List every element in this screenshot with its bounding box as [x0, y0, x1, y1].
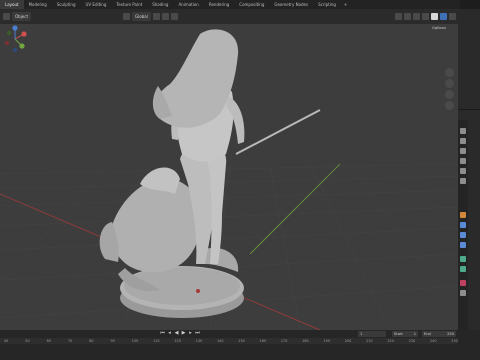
timeline-tick-label: 40 — [4, 339, 9, 343]
timeline-tick-label: 150 — [238, 339, 245, 343]
material-preview-icon[interactable] — [440, 13, 447, 20]
options-dropdown[interactable]: Options — [432, 26, 446, 30]
timeline-tick-label: 140 — [217, 339, 224, 343]
timeline-tick-label: 190 — [323, 339, 330, 343]
rendered-shading-icon[interactable] — [449, 13, 456, 20]
tab-scripting[interactable]: Scripting — [313, 0, 341, 9]
scene-properties-icon[interactable] — [460, 168, 466, 174]
texture-properties-icon[interactable] — [460, 290, 466, 296]
xray-icon[interactable] — [422, 13, 429, 20]
timeline-tick-label: 170 — [280, 339, 288, 343]
pan-icon[interactable] — [445, 79, 454, 88]
timeline-tick-label: 180 — [302, 339, 309, 343]
end-label: End — [424, 332, 431, 336]
tab-layout[interactable]: Layout — [0, 0, 24, 9]
orientation-icon — [123, 13, 131, 20]
timeline-controls — [0, 330, 458, 338]
timeline-tick-label: 240 — [430, 339, 437, 343]
transform-orientation-dropdown[interactable]: Global — [132, 12, 151, 21]
workspace-tab-bar: Layout Modeling Sculpting UV Editing Tex… — [0, 0, 460, 9]
timeline-tick-label: 230 — [408, 339, 416, 343]
end-frame-field[interactable]: End 250 — [422, 331, 456, 337]
tool-properties-icon[interactable] — [460, 128, 466, 134]
camera-view-icon[interactable] — [445, 90, 454, 99]
snap-icon[interactable] — [161, 13, 169, 20]
y-axis-line — [249, 163, 341, 255]
perspective-toggle-icon[interactable] — [445, 101, 454, 110]
neg-z-axis-icon[interactable] — [12, 47, 18, 53]
tab-animation[interactable]: Animation — [173, 0, 203, 9]
viewport-header: Object Global — [0, 9, 458, 24]
start-value: 1 — [413, 332, 416, 336]
neg-x-axis-icon[interactable] — [4, 40, 10, 46]
timeline-tick-label: 120 — [174, 339, 181, 343]
3d-viewport[interactable]: Options — [0, 24, 458, 330]
zoom-icon[interactable] — [445, 68, 454, 77]
jump-end-icon[interactable]: ⏭ — [195, 331, 200, 336]
editor-type-icon[interactable] — [3, 13, 10, 20]
overlay-toggle-icon[interactable] — [413, 13, 420, 20]
tab-rendering[interactable]: Rendering — [204, 0, 234, 9]
timeline-tick-label: 220 — [387, 339, 394, 343]
tab-texture-paint[interactable]: Texture Paint — [111, 0, 147, 9]
object-properties-icon[interactable] — [460, 212, 466, 218]
particle-properties-icon[interactable] — [460, 232, 466, 238]
x-axis-icon[interactable] — [21, 31, 27, 37]
viewport-canvas — [0, 29, 458, 330]
timeline-tick-label: 100 — [131, 339, 139, 343]
play-icon[interactable]: ▶ — [181, 331, 186, 336]
visibility-icon[interactable] — [395, 13, 402, 20]
object-mode-dropdown[interactable]: Object — [12, 12, 32, 21]
timeline-tick-label: 200 — [344, 339, 352, 343]
jump-start-icon[interactable]: ⏮ — [160, 331, 165, 336]
navigation-gizmo[interactable] — [0, 24, 30, 54]
z-axis-icon[interactable] — [12, 25, 18, 31]
y-axis-icon[interactable] — [19, 43, 25, 49]
timeline-panel: ⏮ ◂ ◀ ▶ ▸ ⏭ 1 Start 1 End 250 40 50 60 70 80… — [0, 330, 480, 360]
modifier-properties-icon[interactable] — [460, 222, 466, 228]
physics-properties-icon[interactable] — [460, 242, 466, 248]
gizmo-toggle-icon[interactable] — [404, 13, 411, 20]
timeline-tick-label: 70 — [67, 339, 73, 343]
start-label: Start — [394, 332, 403, 336]
solid-shading-icon[interactable] — [431, 13, 438, 20]
prev-keyframe-icon[interactable]: ◂ — [167, 331, 172, 336]
start-frame-field[interactable]: Start 1 — [392, 331, 418, 337]
timeline-tick-label: 250 — [451, 339, 458, 343]
next-keyframe-icon[interactable]: ▸ — [188, 331, 193, 336]
proportional-edit-icon[interactable] — [170, 13, 178, 20]
output-properties-icon[interactable] — [460, 148, 466, 154]
end-value: 250 — [447, 332, 454, 336]
world-properties-icon[interactable] — [460, 178, 466, 184]
neg-y-axis-icon[interactable] — [6, 30, 12, 36]
tab-compositing[interactable]: Compositing — [234, 0, 269, 9]
pivot-icon[interactable] — [152, 13, 160, 20]
timeline-tick-label: 50 — [25, 339, 30, 343]
tab-sculpting[interactable]: Sculpting — [52, 0, 81, 9]
tab-geometry-nodes[interactable]: Geometry Nodes — [269, 0, 313, 9]
constraint-properties-icon[interactable] — [460, 256, 466, 262]
timeline-tick-label: 60 — [46, 339, 51, 343]
render-properties-icon[interactable] — [460, 138, 466, 144]
timeline-tick-label: 90 — [110, 339, 115, 343]
tab-uv-editing[interactable]: UV Editing — [81, 0, 112, 9]
timeline-tick-label: 130 — [195, 339, 203, 343]
timeline-tick-label: 160 — [259, 339, 267, 343]
statue-model[interactable] — [99, 29, 321, 318]
material-properties-icon[interactable] — [460, 280, 466, 286]
current-frame-field[interactable]: 1 — [358, 331, 386, 337]
view-layer-properties-icon[interactable] — [460, 158, 466, 164]
timeline-tick-label: 110 — [153, 339, 160, 343]
tab-shading[interactable]: Shading — [147, 0, 173, 9]
data-properties-icon[interactable] — [460, 266, 466, 272]
timeline-tick-label: 210 — [366, 339, 373, 343]
timeline-tick-label: 80 — [89, 339, 94, 343]
play-reverse-icon[interactable]: ◀ — [174, 331, 179, 336]
tab-modeling[interactable]: Modeling — [24, 0, 52, 9]
add-workspace-icon[interactable]: + — [341, 2, 350, 7]
